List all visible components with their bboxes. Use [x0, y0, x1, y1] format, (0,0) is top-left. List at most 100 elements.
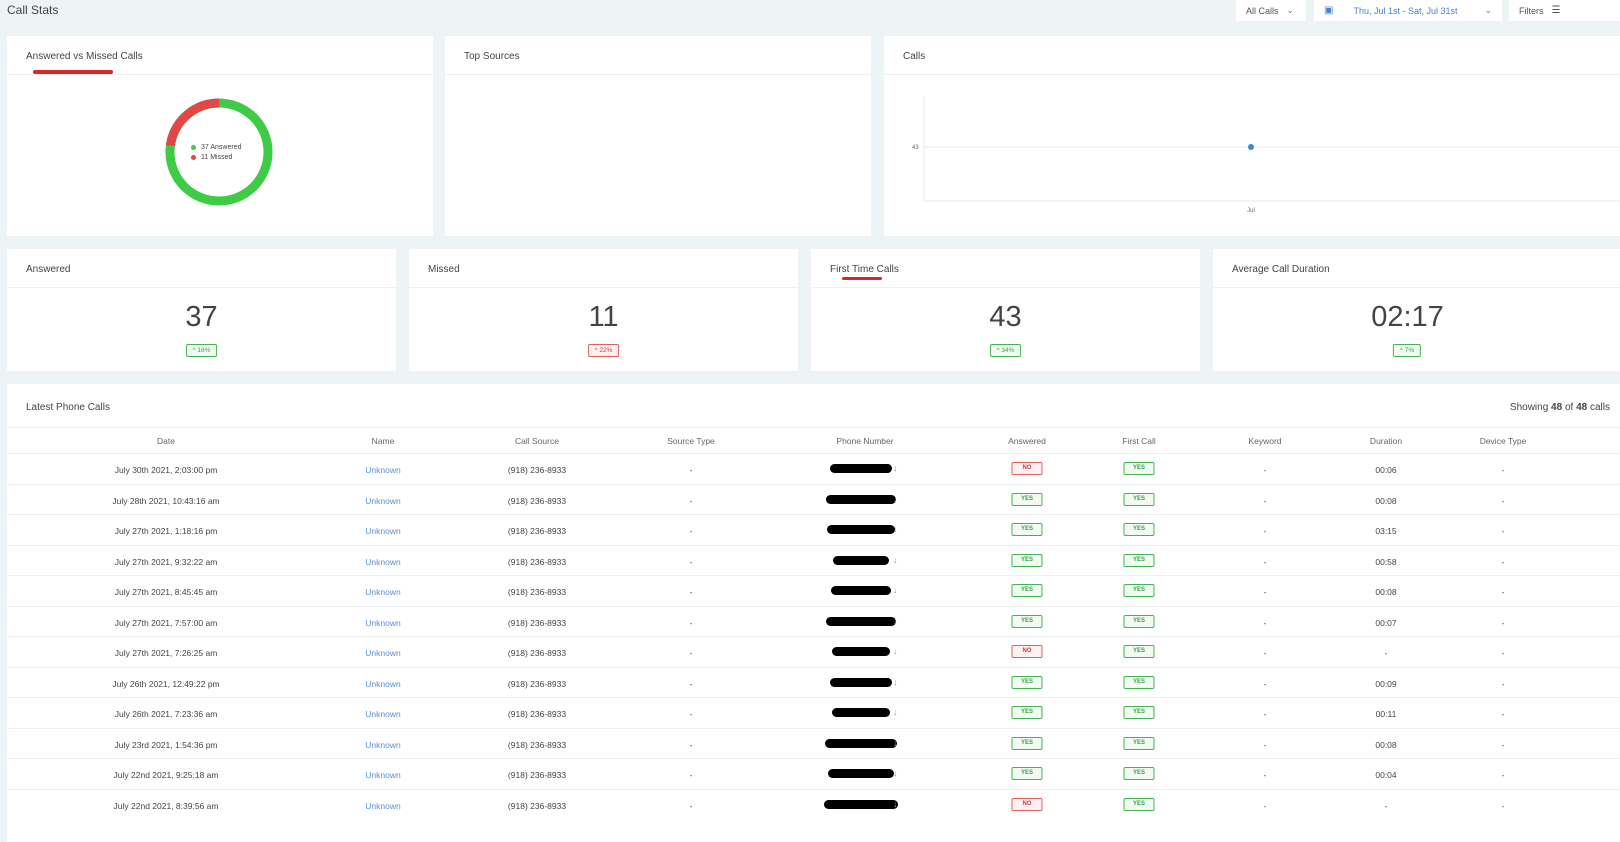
download-icon[interactable]: ↓: [893, 494, 898, 504]
call-source: (918) 236-8933: [507, 739, 567, 750]
table-header: Latest Phone Calls Showing 48 of 48 call…: [7, 384, 1620, 428]
download-icon[interactable]: ↓: [893, 524, 898, 534]
column-header[interactable]: Answered: [1008, 436, 1046, 446]
table-row[interactable]: July 30th 2021, 2:03:00 pm Unknown (918) 2…: [7, 453, 1620, 484]
source-type: -: [689, 678, 693, 689]
device-type: -: [1501, 739, 1505, 750]
x-tick-label: Jul: [1247, 208, 1255, 214]
download-icon[interactable]: ↓: [893, 616, 898, 626]
column-header[interactable]: Device Type: [1480, 436, 1527, 446]
first-call-badge: YES: [1123, 767, 1155, 780]
duration: 00:11: [1375, 709, 1397, 719]
answered-badge: YES: [1011, 584, 1043, 597]
column-header[interactable]: Call Source: [515, 436, 559, 446]
keyword: -: [1263, 556, 1267, 567]
legend-item-missed: 11 Missed: [191, 154, 241, 161]
redacted-phone-number: [824, 799, 898, 809]
call-date: July 27th 2021, 1:18:16 pm: [114, 526, 218, 536]
download-icon[interactable]: ↓: [893, 738, 898, 748]
device-type: -: [1501, 617, 1505, 628]
table-row[interactable]: July 26th 2021, 12:49:22 pm Unknown (918) …: [7, 666, 1620, 698]
column-header[interactable]: Name: [372, 436, 395, 446]
date-range-picker[interactable]: ▣ Thu, Jul 1st - Sat, Jul 31st ⌄: [1314, 0, 1502, 21]
download-icon[interactable]: ↓: [893, 677, 898, 687]
call-source: (918) 236-8933: [507, 709, 567, 719]
column-header[interactable]: First Call: [1122, 436, 1156, 446]
device-type: -: [1501, 800, 1505, 811]
device-type: -: [1501, 709, 1505, 719]
caller-name-link[interactable]: Unknown: [365, 557, 400, 567]
change-badge: ^ 34%: [989, 344, 1022, 357]
caller-name-link[interactable]: Unknown: [365, 679, 400, 689]
download-icon[interactable]: ↓: [893, 555, 898, 565]
column-header[interactable]: Source Type: [667, 436, 715, 446]
caller-name-link[interactable]: Unknown: [365, 709, 400, 719]
caller-name-link[interactable]: Unknown: [365, 648, 400, 658]
stat-card-average-duration: Average Call Duration 02:17 ^ 7%: [1213, 249, 1620, 371]
column-header[interactable]: Date: [157, 436, 175, 446]
card-header: Answered vs Missed Calls: [7, 36, 433, 75]
table-row[interactable]: July 22nd 2021, 8:39:56 am Unknown (918) 2…: [7, 788, 1620, 820]
redacted-phone-number: [833, 555, 889, 565]
caller-name-link[interactable]: Unknown: [365, 465, 400, 475]
chevron-down-icon: ⌄: [1484, 5, 1492, 15]
showing-count: Showing 48 of 48 calls: [1509, 402, 1610, 413]
call-source: (918) 236-8933: [507, 800, 567, 811]
redacted-phone-number: [826, 494, 896, 504]
table-row[interactable]: July 27th 2021, 8:45:45 am Unknown (918) 2…: [7, 575, 1620, 606]
download-icon[interactable]: ↓: [893, 707, 898, 717]
table-row[interactable]: July 27th 2021, 7:26:25 am Unknown (918) 2…: [7, 636, 1620, 667]
table-row[interactable]: July 27th 2021, 7:57:00 am Unknown (918) 2…: [7, 605, 1620, 637]
source-type: -: [689, 526, 693, 536]
download-icon[interactable]: ↓: [893, 646, 898, 656]
table-row[interactable]: July 26th 2021, 7:23:36 am Unknown (918) 2…: [7, 697, 1620, 728]
first-call-badge: YES: [1123, 645, 1155, 658]
chevron-down-icon: ⌄: [1286, 5, 1295, 15]
device-type: -: [1501, 648, 1505, 658]
caller-name-link[interactable]: Unknown: [365, 587, 400, 597]
card-title: First Time Calls: [830, 264, 899, 275]
download-icon[interactable]: ↓: [893, 463, 898, 473]
stat-card-missed: Missed 11 ^ 22%: [409, 249, 798, 371]
caller-name-link[interactable]: Unknown: [365, 740, 400, 750]
column-header[interactable]: Duration: [1370, 436, 1402, 446]
caller-name-link[interactable]: Unknown: [365, 801, 400, 811]
duration: 00:04: [1375, 770, 1397, 780]
answered-badge: YES: [1011, 706, 1043, 719]
date-range-label: Thu, Jul 1st - Sat, Jul 31st: [1353, 5, 1458, 16]
download-icon[interactable]: ↓: [893, 585, 898, 595]
caller-name-link[interactable]: Unknown: [365, 618, 400, 628]
device-type: -: [1501, 770, 1505, 780]
column-header[interactable]: Phone Number: [836, 436, 893, 446]
device-type: -: [1501, 526, 1505, 536]
call-date: July 27th 2021, 8:45:45 am: [114, 587, 218, 597]
source-type: -: [689, 495, 693, 506]
table-row[interactable]: July 23rd 2021, 1:54:36 pm Unknown (918) 2…: [7, 727, 1620, 759]
caller-name-link[interactable]: Unknown: [365, 526, 400, 536]
call-date: July 27th 2021, 9:32:22 am: [114, 556, 218, 567]
call-type-dropdown[interactable]: All Calls ⌄: [1236, 0, 1306, 21]
column-header[interactable]: Keyword: [1248, 436, 1281, 446]
top-sources-card: Top Sources: [445, 36, 871, 236]
call-source: (918) 236-8933: [507, 556, 567, 567]
call-date: July 22nd 2021, 9:25:18 am: [113, 770, 219, 780]
redacted-phone-number: [826, 616, 896, 626]
stat-card-first-time-calls: First Time Calls 43 ^ 34%: [811, 249, 1200, 371]
download-icon[interactable]: ↓: [893, 768, 898, 778]
card-title: Calls: [903, 51, 926, 62]
legend-item-answered: 37 Answered: [191, 144, 241, 151]
caller-name-link[interactable]: Unknown: [365, 496, 400, 506]
table-row[interactable]: July 27th 2021, 1:18:16 pm Unknown (918) 2…: [7, 514, 1620, 545]
table-row[interactable]: July 27th 2021, 9:32:22 am Unknown (918) 2…: [7, 544, 1620, 576]
keyword: -: [1263, 800, 1267, 811]
data-point[interactable]: [1248, 144, 1254, 150]
call-date: July 26th 2021, 12:49:22 pm: [112, 678, 220, 689]
table-row[interactable]: July 22nd 2021, 9:25:18 am Unknown (918) 2…: [7, 758, 1620, 789]
filters-button[interactable]: Filters ☰: [1509, 0, 1620, 21]
download-icon[interactable]: ↓: [893, 799, 898, 809]
table-row[interactable]: July 28th 2021, 10:43:16 am Unknown (918) …: [7, 483, 1620, 515]
caller-name-link[interactable]: Unknown: [365, 770, 400, 780]
answered-badge: YES: [1011, 614, 1043, 628]
change-badge: ^ 22%: [587, 344, 620, 357]
call-date: July 27th 2021, 7:57:00 am: [114, 617, 218, 628]
